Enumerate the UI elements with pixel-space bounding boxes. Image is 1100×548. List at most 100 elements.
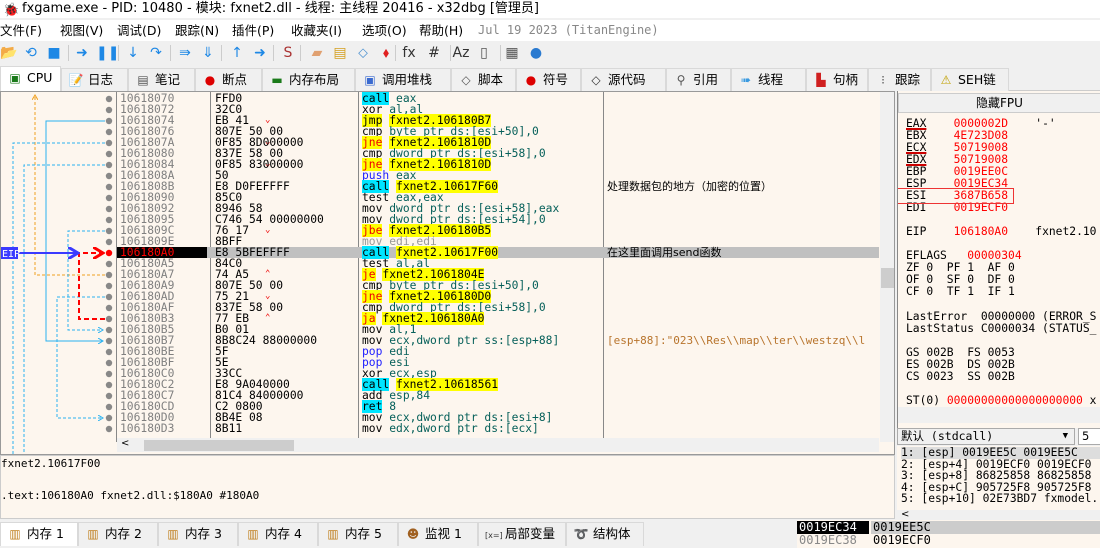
breakpoint-dot[interactable] <box>105 337 113 345</box>
breakpoint-dot[interactable] <box>105 161 113 169</box>
tab-seh[interactable]: ⚠ SEH链 <box>931 68 1009 91</box>
tab-references[interactable]: ⚲ 引用 <box>666 68 731 91</box>
breakpoint-dot[interactable] <box>105 227 113 235</box>
breakpoint-dot[interactable] <box>105 260 113 268</box>
disasm-row[interactable]: 106180D3 8B11 mov edx,dword ptr ds:[ecx] <box>117 423 879 434</box>
disassembly-view[interactable]: EIP 10618070 FFD0 call eax 10618072 32C0 xor … <box>0 91 895 455</box>
tab-source[interactable]: ◇ 源代码 <box>581 68 666 91</box>
stack-value[interactable]: 0019ECF0 <box>871 534 1100 547</box>
run-icon[interactable]: ➜ <box>73 44 91 62</box>
dump-tab[interactable]: ☻ 监视 1 <box>398 522 478 546</box>
breakpoint-dot[interactable] <box>105 392 113 400</box>
breakpoint-dot[interactable] <box>105 128 113 136</box>
breakpoint-dot[interactable] <box>105 282 113 290</box>
bookmarks-icon[interactable]: ⬧ <box>377 44 395 62</box>
menu-item[interactable]: 收藏夹(I) <box>291 20 342 41</box>
disasm-row[interactable]: 106180BE 5F pop edi <box>117 346 879 357</box>
dump-tab[interactable]: ▥ 内存 4 <box>238 522 318 546</box>
menu-item[interactable]: 视图(V) <box>60 20 103 41</box>
breakpoint-dot[interactable] <box>105 194 113 202</box>
hide-fpu-button[interactable]: 隐藏FPU <box>898 93 1100 113</box>
breakpoint-dot[interactable] <box>105 348 113 356</box>
vertical-scroll-thumb[interactable] <box>881 268 894 288</box>
breakpoint-dot[interactable] <box>105 403 113 411</box>
trace-over-icon[interactable]: ⇓ <box>199 44 217 62</box>
dump-tab[interactable]: ▥ 内存 5 <box>318 522 398 546</box>
comments-icon[interactable]: ▤ <box>331 44 349 62</box>
breakpoint-dot[interactable] <box>105 414 113 422</box>
breakpoint-dot[interactable] <box>105 117 113 125</box>
breakpoint-dot[interactable] <box>105 381 113 389</box>
menu-item[interactable]: 插件(P) <box>232 20 274 41</box>
breakpoint-dot[interactable] <box>105 359 113 367</box>
pause-icon[interactable]: ❚❚ <box>96 44 119 62</box>
arg-count-spinbox[interactable]: 5 <box>1078 428 1100 445</box>
calling-convention-select[interactable]: 默认 (stdcall) ▼ <box>897 428 1075 445</box>
flags-line[interactable]: CF 0 TF 1 IF 1 <box>906 286 1015 298</box>
tab-notes[interactable]: ▤ 笔记 <box>128 68 195 91</box>
step-over-icon[interactable]: ↷ <box>147 44 165 62</box>
breakpoint-dot[interactable] <box>105 326 113 334</box>
tab-cpu[interactable]: ▣ CPU <box>0 66 61 91</box>
breakpoint-dot[interactable] <box>105 425 113 433</box>
labels-icon[interactable]: ⬦ <box>354 44 372 62</box>
breakpoint-dot[interactable] <box>105 139 113 147</box>
disasm-row[interactable]: 10618084 ⌄ 0F85 83000000 jne fxnet2.1061810… <box>117 158 879 171</box>
breakpoint-dot[interactable] <box>105 106 113 114</box>
tab-memory-map[interactable]: ▬ 内存布局 <box>262 68 355 91</box>
argument-row[interactable]: 3: [esp+8] 86825858 86825858 <box>901 470 1100 482</box>
open-icon[interactable]: 📂 <box>0 44 18 62</box>
breakpoint-dot[interactable] <box>105 95 113 103</box>
tab-log[interactable]: 📝 日志 <box>61 68 128 91</box>
device-icon[interactable]: ▯ <box>475 44 493 62</box>
restart-icon[interactable]: ⟲ <box>22 44 40 62</box>
vertical-scrollbar[interactable] <box>880 92 894 442</box>
tab-handles[interactable]: ▙ 句柄 <box>806 68 868 91</box>
argument-row[interactable]: 5: [esp+10] 02E73BD7 fxmodel. <box>901 493 1100 505</box>
breakpoint-dot[interactable] <box>105 370 113 378</box>
register-eip[interactable]: EIP 106180A0 fxnet2.10 <box>906 226 1096 238</box>
breakpoint-dot-active[interactable] <box>105 249 113 257</box>
tab-call-stack[interactable]: ▣ 调用堆栈 <box>355 68 451 91</box>
regs-horizontal-scrollbar[interactable] <box>898 407 1100 423</box>
breakpoint-dot[interactable] <box>105 216 113 224</box>
dump-tab[interactable]: ▥ 内存 1 <box>0 522 78 546</box>
tab-breakpoint[interactable]: ● 断点 <box>195 68 262 91</box>
step-into-icon[interactable]: ↓ <box>124 44 142 62</box>
functions-icon[interactable]: fx <box>400 44 418 62</box>
stop-icon[interactable]: ■ <box>45 44 63 62</box>
menu-item[interactable]: 选项(O) <box>362 20 407 41</box>
breakpoint-dot[interactable] <box>105 315 113 323</box>
fpu-st0[interactable]: ST(0) 00000000000000000000 x <box>906 395 1096 407</box>
globe-icon[interactable]: ● <box>527 44 545 62</box>
dump-tab[interactable]: [x=] 局部变量 <box>478 522 566 546</box>
breakpoint-dot[interactable] <box>105 304 113 312</box>
menu-item[interactable]: 跟踪(N) <box>175 20 219 41</box>
breakpoint-dot[interactable] <box>105 238 113 246</box>
calculator-icon[interactable]: ▦ <box>503 44 521 62</box>
tab-script[interactable]: ◇ 脚本 <box>451 68 516 91</box>
horizontal-scroll-thumb[interactable] <box>144 440 294 451</box>
patch-icon[interactable]: ▰ <box>308 44 326 62</box>
segment-registers[interactable]: CS 0023 SS 002B <box>906 371 1015 383</box>
scylla-icon[interactable]: S <box>279 44 297 62</box>
font-icon[interactable]: Az <box>452 44 470 62</box>
run-to-user-code-icon[interactable]: ➜ <box>251 44 269 62</box>
menu-item[interactable]: 文件(F) <box>0 20 42 41</box>
tab-symbols[interactable]: ● 符号 <box>516 68 581 91</box>
breakpoint-dot[interactable] <box>105 172 113 180</box>
dump-tab[interactable]: ➰ 结构体 <box>566 522 644 546</box>
execute-till-return-icon[interactable]: ↑ <box>228 44 246 62</box>
hash-icon[interactable]: # <box>425 44 443 62</box>
tab-trace[interactable]: ⁝ 跟踪 <box>868 68 931 91</box>
dump-tab[interactable]: ▥ 内存 2 <box>78 522 158 546</box>
argument-row[interactable]: 1: [esp] 0019EE5C 0019EE5C <box>901 447 1100 459</box>
stack-address[interactable]: 0019EC38 <box>797 534 869 547</box>
menu-item[interactable]: 调试(D) <box>117 20 161 41</box>
disasm-row[interactable]: 106180B7 8B8C24 88000000 mov ecx,dword ptr… <box>117 335 879 346</box>
breakpoint-dot[interactable] <box>105 150 113 158</box>
trace-into-icon[interactable]: ⇛ <box>176 44 194 62</box>
scroll-left-icon[interactable]: < <box>121 438 129 449</box>
breakpoint-dot[interactable] <box>105 271 113 279</box>
breakpoint-dot[interactable] <box>105 205 113 213</box>
